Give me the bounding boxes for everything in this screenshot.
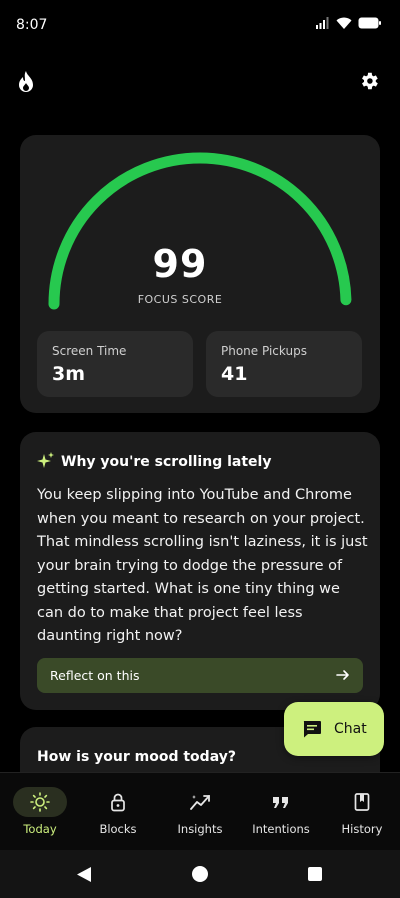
insight-card: Why you're scrolling lately You keep sli… bbox=[20, 432, 380, 710]
chat-button[interactable]: Chat bbox=[284, 702, 384, 756]
nav-insights-label: Insights bbox=[177, 822, 223, 836]
battery-icon bbox=[358, 17, 381, 29]
nav-today[interactable]: Today bbox=[0, 773, 80, 851]
focus-score-value: 99 bbox=[152, 242, 208, 286]
back-icon[interactable] bbox=[76, 866, 92, 883]
nav-history-label: History bbox=[341, 822, 383, 836]
chat-icon bbox=[303, 721, 321, 738]
signal-icon bbox=[316, 17, 329, 29]
nav-intentions[interactable]: Intentions bbox=[241, 773, 321, 851]
sun-icon bbox=[30, 792, 50, 812]
trend-icon bbox=[190, 795, 210, 810]
sparkle-icon bbox=[37, 452, 54, 468]
reflect-button-label: Reflect on this bbox=[50, 668, 140, 683]
wifi-icon bbox=[336, 17, 352, 29]
status-icons bbox=[316, 17, 382, 29]
quote-icon bbox=[273, 797, 288, 808]
nav-intentions-label: Intentions bbox=[252, 822, 310, 836]
nav-insights[interactable]: Insights bbox=[160, 773, 240, 851]
reflect-button[interactable]: Reflect on this bbox=[37, 658, 363, 693]
insight-title: Why you're scrolling lately bbox=[61, 454, 272, 470]
lock-icon bbox=[111, 793, 125, 812]
nav-today-label: Today bbox=[23, 822, 57, 836]
focus-score-label: FOCUS SCORE bbox=[137, 293, 223, 306]
screen-time-tile[interactable]: Screen Time 3m bbox=[37, 331, 193, 397]
streak-button[interactable] bbox=[16, 70, 40, 96]
status-time: 8:07 bbox=[16, 17, 48, 33]
bottom-nav: Today Blocks Insights Intentions History bbox=[0, 772, 400, 850]
chat-label: Chat bbox=[334, 721, 367, 737]
gear-icon bbox=[362, 72, 378, 90]
settings-button[interactable] bbox=[358, 70, 384, 96]
nav-blocks-label: Blocks bbox=[99, 822, 137, 836]
app-header bbox=[0, 64, 400, 104]
nav-blocks[interactable]: Blocks bbox=[78, 773, 158, 851]
system-nav-bar bbox=[0, 850, 400, 898]
mood-title: How is your mood today? bbox=[37, 749, 236, 765]
flame-icon bbox=[19, 71, 33, 92]
phone-pickups-value: 41 bbox=[221, 363, 248, 385]
home-icon[interactable] bbox=[191, 865, 209, 883]
nav-history[interactable]: History bbox=[322, 773, 400, 851]
phone-pickups-label: Phone Pickups bbox=[221, 344, 307, 358]
bookmark-icon bbox=[354, 793, 370, 811]
arrow-right-icon bbox=[336, 670, 349, 680]
insight-body: You keep slipping into YouTube and Chrom… bbox=[37, 487, 368, 644]
phone-pickups-tile[interactable]: Phone Pickups 41 bbox=[206, 331, 362, 397]
screen-time-label: Screen Time bbox=[52, 344, 127, 358]
screen-time-value: 3m bbox=[52, 363, 86, 385]
status-bar: 8:07 bbox=[0, 0, 400, 52]
recent-apps-icon[interactable] bbox=[307, 866, 323, 882]
